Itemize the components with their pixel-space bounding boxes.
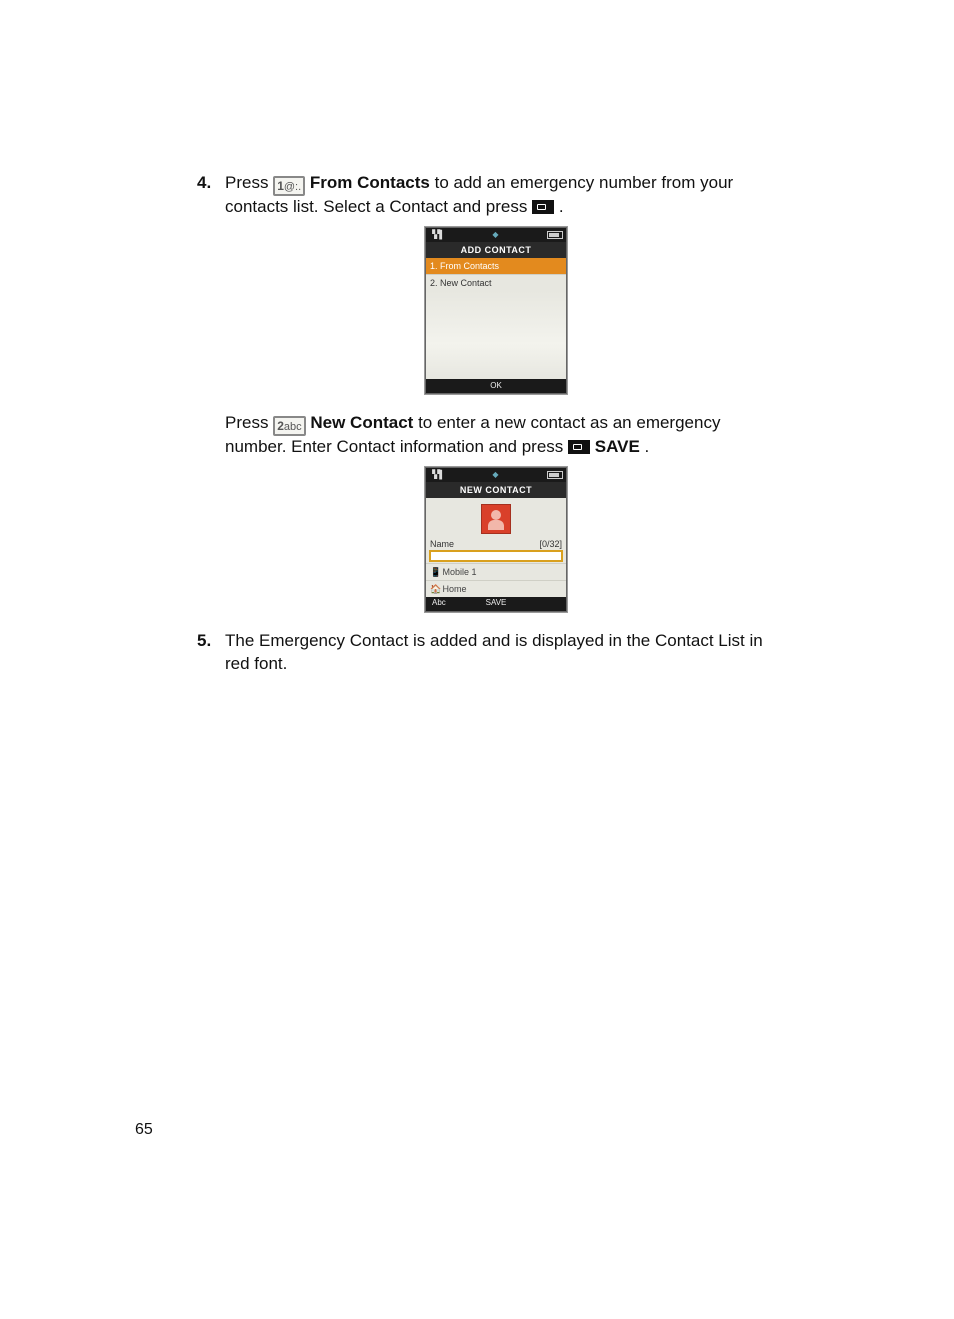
step4-press: Press <box>225 173 273 192</box>
period: . <box>559 197 564 216</box>
softkey-ok[interactable]: OK <box>462 381 530 392</box>
ok-key-icon-2 <box>568 440 590 454</box>
menu-new-contact[interactable]: 2. New Contact <box>426 274 566 291</box>
softkey-save[interactable]: SAVE <box>462 598 530 609</box>
menu-from-contacts[interactable]: 1. From Contacts <box>426 258 566 274</box>
phone-body <box>426 291 566 379</box>
status-bar-2 <box>426 468 566 482</box>
home-icon: 🏠 <box>430 583 440 595</box>
battery-icon <box>547 231 563 239</box>
page-number: 65 <box>135 1121 153 1139</box>
step5-text: The Emergency Contact is added and is di… <box>225 631 763 673</box>
screen-title-2: NEW CONTACT <box>426 482 566 498</box>
name-label: Name <box>430 538 454 550</box>
softkey-abc[interactable]: Abc <box>432 598 462 609</box>
mobile-icon: 📱 <box>430 566 440 578</box>
center-icon <box>492 230 498 241</box>
name-counter: [0/32] <box>539 538 562 550</box>
name-field-header: Name [0/32] <box>426 538 566 550</box>
signal-icon <box>429 470 444 481</box>
step4b-press: Press <box>225 413 273 432</box>
ok-key-icon <box>532 200 554 214</box>
period-2: . <box>645 437 650 456</box>
signal-icon <box>429 230 444 241</box>
avatar-row <box>426 498 566 538</box>
save-word: SAVE <box>595 437 640 456</box>
status-bar <box>426 228 566 242</box>
name-input[interactable] <box>430 551 562 561</box>
field-mobile1[interactable]: 📱 Mobile 1 <box>426 563 566 580</box>
screen-title: ADD CONTACT <box>426 242 566 258</box>
key-1: 1@:. <box>273 176 305 196</box>
avatar-icon <box>481 504 511 534</box>
phone-new-contact: NEW CONTACT Name [0/32] 📱 Mobile 1 🏠 <box>425 467 567 612</box>
softkey-bar-2: Abc SAVE <box>426 597 566 611</box>
step-4: Press 1@:. From Contacts to add an emerg… <box>197 172 767 612</box>
center-icon <box>492 470 498 481</box>
from-contacts: From Contacts <box>310 173 430 192</box>
phone-add-contact: ADD CONTACT 1. From Contacts 2. New Cont… <box>425 227 567 394</box>
key-2: 2abc <box>273 416 305 436</box>
new-contact: New Contact <box>310 413 413 432</box>
battery-icon <box>547 471 563 479</box>
step-5: The Emergency Contact is added and is di… <box>197 630 767 676</box>
softkey-bar: OK <box>426 379 566 393</box>
field-home[interactable]: 🏠 Home <box>426 580 566 597</box>
